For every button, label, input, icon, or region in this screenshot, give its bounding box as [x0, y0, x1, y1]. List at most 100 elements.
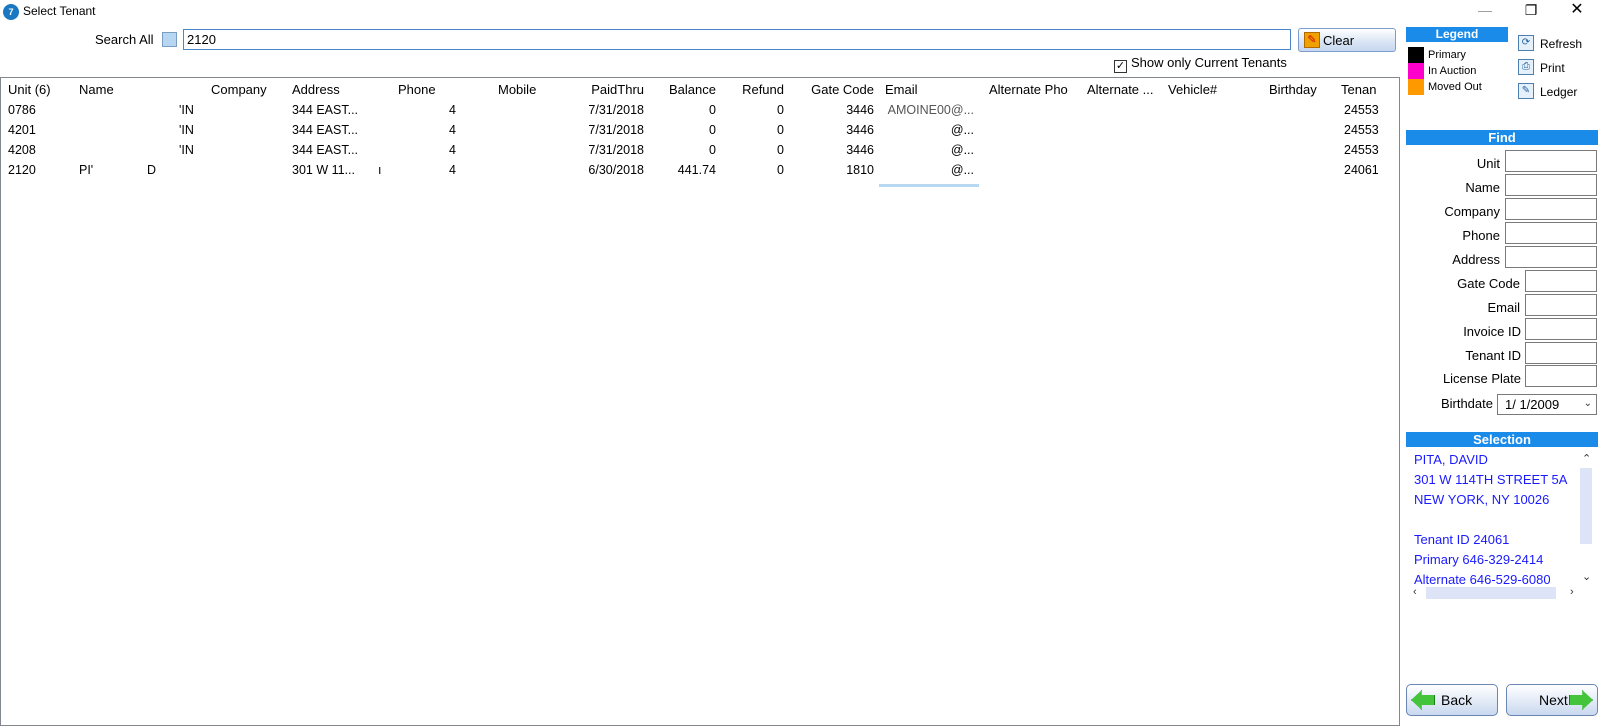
search-all-checkbox[interactable]	[162, 32, 177, 47]
find-address-input[interactable]	[1505, 246, 1597, 268]
clear-button[interactable]: ✎ Clear	[1298, 28, 1396, 52]
selection-vertical-scrollbar[interactable]	[1580, 468, 1592, 544]
next-button[interactable]: Next	[1506, 684, 1598, 716]
ledger-button[interactable]: ✎ Ledger	[1518, 82, 1598, 102]
find-invoice-id-input[interactable]	[1525, 318, 1597, 340]
column-header-address[interactable]: Address	[292, 82, 372, 97]
find-phone-input[interactable]	[1505, 222, 1597, 244]
search-input[interactable]	[183, 29, 1291, 50]
legend-label: Moved Out	[1428, 81, 1482, 93]
tenant-grid[interactable]: Unit (6) Name Company Address Phone Mobi…	[0, 77, 1400, 726]
cell-paidthru: 6/30/2018	[588, 163, 644, 177]
window-title: Select Tenant	[23, 4, 96, 18]
arrow-left-icon	[1411, 690, 1435, 710]
cell-unit: 4208	[8, 143, 36, 157]
selection-horizontal-scrollbar[interactable]	[1426, 587, 1556, 599]
column-header-company[interactable]: Company	[211, 82, 291, 97]
cell-tenant: 24553	[1344, 143, 1379, 157]
find-label-email: Email	[1487, 300, 1520, 315]
birthdate-picker[interactable]: 1/ 1/2009 ⌄	[1497, 394, 1597, 415]
column-header-birthday[interactable]: Birthday	[1269, 82, 1339, 97]
column-header-phone[interactable]: Phone	[398, 82, 468, 97]
column-header-unit[interactable]: Unit (6)	[8, 82, 68, 97]
maximize-button[interactable]: ❐	[1508, 0, 1554, 22]
cell-refund: 0	[777, 123, 784, 137]
cell-refund: 0	[777, 103, 784, 117]
scroll-down-icon[interactable]: ⌄	[1582, 570, 1591, 583]
column-header-email[interactable]: Email	[885, 82, 975, 97]
email-cell-focus-underline	[879, 184, 979, 187]
column-header-alternate[interactable]: Alternate ...	[1087, 82, 1162, 97]
ledger-label: Ledger	[1540, 85, 1578, 99]
cell-gate-code: 1810	[846, 163, 874, 177]
minimize-button[interactable]: —	[1462, 0, 1508, 22]
cell-balance: 441.74	[677, 163, 716, 177]
find-label-birthdate: Birthdate	[1440, 396, 1493, 411]
cell-paidthru: 7/31/2018	[588, 123, 644, 137]
print-button[interactable]: ⎙ Print	[1518, 58, 1598, 78]
birthdate-value: 1/ 1/2009	[1505, 397, 1560, 412]
cell-email: @...	[950, 143, 974, 157]
legend-swatch-moved-out	[1408, 79, 1424, 95]
cell-paidthru: 7/31/2018	[588, 143, 644, 157]
find-label-phone: Phone	[1462, 228, 1500, 243]
grid-header: Unit (6) Name Company Address Phone Mobi…	[1, 82, 1399, 100]
find-label-license-plate: License Plate	[1442, 371, 1521, 386]
column-header-tenant[interactable]: Tenan	[1341, 82, 1399, 97]
column-header-vehicle[interactable]: Vehicle#	[1168, 82, 1248, 97]
back-button-label: Back	[1441, 692, 1473, 708]
cell-email: AMOINE00@...	[887, 103, 974, 117]
cell-address: 301 W 11...	[292, 163, 355, 177]
find-license-plate-input[interactable]	[1525, 365, 1597, 387]
find-label-address: Address	[1452, 252, 1500, 267]
printer-icon: ⎙	[1518, 59, 1534, 75]
cell-address: 344 EAST...	[292, 143, 359, 157]
table-row[interactable]: 4208 'IN 344 EAST... 4 7/31/2018 0 0 344…	[1, 143, 1399, 161]
cell-email: @...	[950, 163, 974, 177]
find-tenant-id-input[interactable]	[1525, 342, 1597, 364]
title-bar: 7 Select Tenant — ❐ ✕	[0, 0, 1600, 24]
find-label-tenant-id: Tenant ID	[1465, 348, 1521, 363]
cell-unit: 0786	[8, 103, 36, 117]
find-name-input[interactable]	[1505, 174, 1597, 196]
column-header-paidthru[interactable]: PaidThru	[566, 82, 644, 97]
cell-balance: 0	[709, 103, 716, 117]
refresh-button[interactable]: ⟳ Refresh	[1518, 34, 1598, 54]
scroll-right-icon[interactable]: ›	[1570, 586, 1574, 598]
column-header-gate-code[interactable]: Gate Code	[786, 82, 874, 97]
cell-gate-code: 3446	[846, 143, 874, 157]
find-unit-input[interactable]	[1505, 150, 1597, 172]
table-row[interactable]: 0786 'IN 344 EAST... 4 7/31/2018 0 0 344…	[1, 103, 1399, 121]
find-label-gate-code: Gate Code	[1457, 276, 1520, 291]
find-company-input[interactable]	[1505, 198, 1597, 220]
find-email-input[interactable]	[1525, 294, 1597, 316]
find-gate-code-input[interactable]	[1525, 270, 1597, 292]
column-header-alternate-phone[interactable]: Alternate Pho	[989, 82, 1084, 97]
selection-primary-phone: Primary 646-329-2414	[1414, 552, 1544, 567]
table-row[interactable]: 4201 'IN 344 EAST... 4 7/31/2018 0 0 344…	[1, 123, 1399, 141]
checkmark-icon: ✓	[1114, 60, 1127, 73]
show-current-tenants-checkbox[interactable]: ✓ Show only Current Tenants	[1114, 55, 1287, 73]
close-button[interactable]: ✕	[1554, 0, 1600, 22]
scroll-left-icon[interactable]: ‹	[1413, 586, 1417, 598]
column-header-name[interactable]: Name	[79, 82, 159, 97]
cell-address: 344 EAST...	[292, 123, 359, 137]
cell-address: 344 EAST...	[292, 103, 359, 117]
chevron-down-icon[interactable]: ⌄	[1584, 398, 1592, 409]
cell-phone: 4	[449, 143, 456, 157]
legend-swatch-primary	[1408, 47, 1424, 63]
cell-balance: 0	[709, 123, 716, 137]
legend-swatch-in-auction	[1408, 63, 1424, 79]
scroll-up-icon[interactable]: ⌃	[1582, 452, 1591, 465]
back-button[interactable]: Back	[1406, 684, 1498, 716]
column-header-mobile[interactable]: Mobile	[498, 82, 568, 97]
selection-address-line1: 301 W 114TH STREET 5A	[1414, 472, 1568, 487]
next-button-label: Next	[1539, 692, 1568, 708]
column-header-balance[interactable]: Balance	[646, 82, 716, 97]
selection-panel[interactable]: PITA, DAVID 301 W 114TH STREET 5A NEW YO…	[1406, 448, 1598, 604]
column-header-refund[interactable]: Refund	[718, 82, 784, 97]
cell-gate-code: 3446	[846, 123, 874, 137]
selection-alternate-phone: Alternate 646-529-6080	[1414, 572, 1551, 587]
legend-title: Legend	[1406, 27, 1508, 42]
table-row[interactable]: 2120 PI' D 301 W 11... ı 4 6/30/2018 441…	[1, 163, 1399, 181]
